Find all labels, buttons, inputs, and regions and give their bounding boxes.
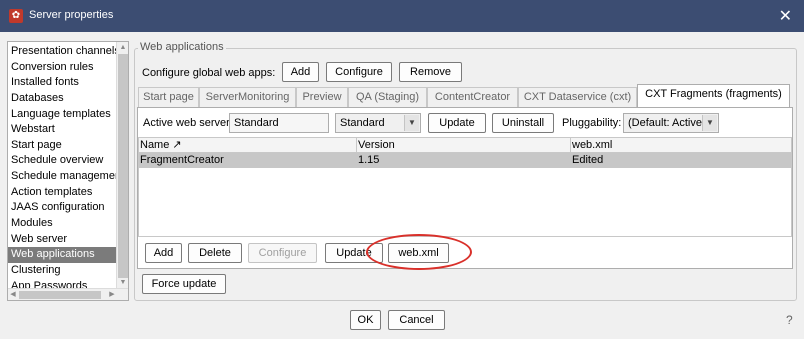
configure-app-button[interactable]: Configure bbox=[248, 243, 317, 263]
configure-global-label: Configure global web apps: bbox=[142, 67, 276, 79]
scrollbar-thumb[interactable] bbox=[118, 54, 128, 278]
sidebar-item-presentation-channels[interactable]: Presentation channels bbox=[8, 44, 116, 60]
sidebar-item-action-templates[interactable]: Action templates bbox=[8, 185, 116, 201]
title-bar: ✿ Server properties ✕ bbox=[0, 0, 804, 32]
sidebar-item-schedule-overview[interactable]: Schedule overview bbox=[8, 153, 116, 169]
tab-contentcreator[interactable]: ContentCreator bbox=[427, 87, 518, 107]
sidebar-vertical-scrollbar[interactable]: ▲ ▼ bbox=[116, 42, 128, 288]
web-server-select-value: Standard bbox=[340, 117, 385, 129]
column-header-name[interactable]: Name ↗ bbox=[139, 138, 357, 153]
chevron-down-icon[interactable]: ▼ bbox=[404, 115, 419, 131]
scroll-right-icon[interactable]: ▶ bbox=[107, 289, 117, 300]
web-apps-table: Name ↗ Version web.xml FragmentCreator 1… bbox=[138, 137, 792, 237]
update-server-button[interactable]: Update bbox=[428, 113, 486, 133]
tab-cxt-fragments[interactable]: CXT Fragments (fragments) bbox=[637, 84, 790, 107]
tab-servermonitoring[interactable]: ServerMonitoring bbox=[199, 87, 296, 107]
close-icon[interactable]: ✕ bbox=[779, 6, 792, 26]
sidebar-item-web-server[interactable]: Web server bbox=[8, 232, 116, 248]
cancel-button[interactable]: Cancel bbox=[388, 310, 445, 330]
sidebar: Presentation channels Conversion rules I… bbox=[7, 41, 129, 301]
group-title: Web applications bbox=[138, 41, 226, 53]
force-update-button[interactable]: Force update bbox=[142, 274, 226, 294]
pluggability-select[interactable]: (Default: Active) ▼ bbox=[623, 113, 719, 133]
sidebar-item-clustering[interactable]: Clustering bbox=[8, 263, 116, 279]
sidebar-item-conversion-rules[interactable]: Conversion rules bbox=[8, 60, 116, 76]
sidebar-item-schedule-management[interactable]: Schedule management bbox=[8, 169, 116, 185]
sidebar-item-web-applications[interactable]: Web applications bbox=[8, 247, 116, 263]
delete-app-button[interactable]: Delete bbox=[188, 243, 242, 263]
sidebar-horizontal-scrollbar[interactable]: ◀ ▶ bbox=[8, 288, 128, 300]
ok-button[interactable]: OK bbox=[350, 310, 381, 330]
sidebar-item-installed-fonts[interactable]: Installed fonts bbox=[8, 75, 116, 91]
window-title: Server properties bbox=[29, 9, 114, 21]
scroll-up-icon[interactable]: ▲ bbox=[117, 42, 128, 53]
pluggability-label: Pluggability: bbox=[562, 117, 622, 129]
sidebar-item-modules[interactable]: Modules bbox=[8, 216, 116, 232]
tab-preview[interactable]: Preview bbox=[296, 87, 348, 107]
table-header: Name ↗ Version web.xml bbox=[139, 138, 791, 153]
add-app-button[interactable]: Add bbox=[145, 243, 182, 263]
sidebar-item-webstart[interactable]: Webstart bbox=[8, 122, 116, 138]
scroll-down-icon[interactable]: ▼ bbox=[117, 277, 128, 288]
web-server-select[interactable]: Standard ▼ bbox=[335, 113, 421, 133]
chevron-down-icon[interactable]: ▼ bbox=[702, 115, 717, 131]
remove-global-button[interactable]: Remove bbox=[399, 62, 462, 82]
tab-cxt-dataservice[interactable]: CXT Dataservice (cxt) bbox=[518, 87, 637, 107]
cell-version: 1.15 bbox=[358, 154, 380, 166]
column-header-webxml[interactable]: web.xml bbox=[571, 138, 791, 153]
gear-icon: ✿ bbox=[9, 9, 23, 23]
pluggability-select-value: (Default: Active) bbox=[628, 117, 706, 129]
help-icon[interactable]: ? bbox=[786, 313, 793, 327]
configure-global-button[interactable]: Configure bbox=[326, 62, 392, 82]
webxml-button[interactable]: web.xml bbox=[388, 243, 449, 263]
sidebar-item-jaas-configuration[interactable]: JAAS configuration bbox=[8, 200, 116, 216]
column-header-version[interactable]: Version bbox=[357, 138, 571, 153]
active-web-server-field[interactable]: Standard bbox=[229, 113, 329, 133]
tab-qa-staging[interactable]: QA (Staging) bbox=[348, 87, 427, 107]
uninstall-button[interactable]: Uninstall bbox=[492, 113, 554, 133]
table-row[interactable]: FragmentCreator 1.15 Edited bbox=[139, 153, 791, 168]
sidebar-item-databases[interactable]: Databases bbox=[8, 91, 116, 107]
update-app-button[interactable]: Update bbox=[325, 243, 383, 263]
cell-webxml: Edited bbox=[572, 154, 604, 166]
sidebar-item-start-page[interactable]: Start page bbox=[8, 138, 116, 154]
add-global-button[interactable]: Add bbox=[282, 62, 319, 82]
sidebar-list: Presentation channels Conversion rules I… bbox=[8, 44, 116, 294]
scroll-left-icon[interactable]: ◀ bbox=[8, 289, 18, 300]
tab-start-page[interactable]: Start page bbox=[138, 87, 199, 107]
scrollbar-thumb[interactable] bbox=[19, 291, 101, 299]
active-web-server-label: Active web server: bbox=[143, 117, 233, 129]
sidebar-item-language-templates[interactable]: Language templates bbox=[8, 107, 116, 123]
cell-name: FragmentCreator bbox=[140, 154, 224, 166]
